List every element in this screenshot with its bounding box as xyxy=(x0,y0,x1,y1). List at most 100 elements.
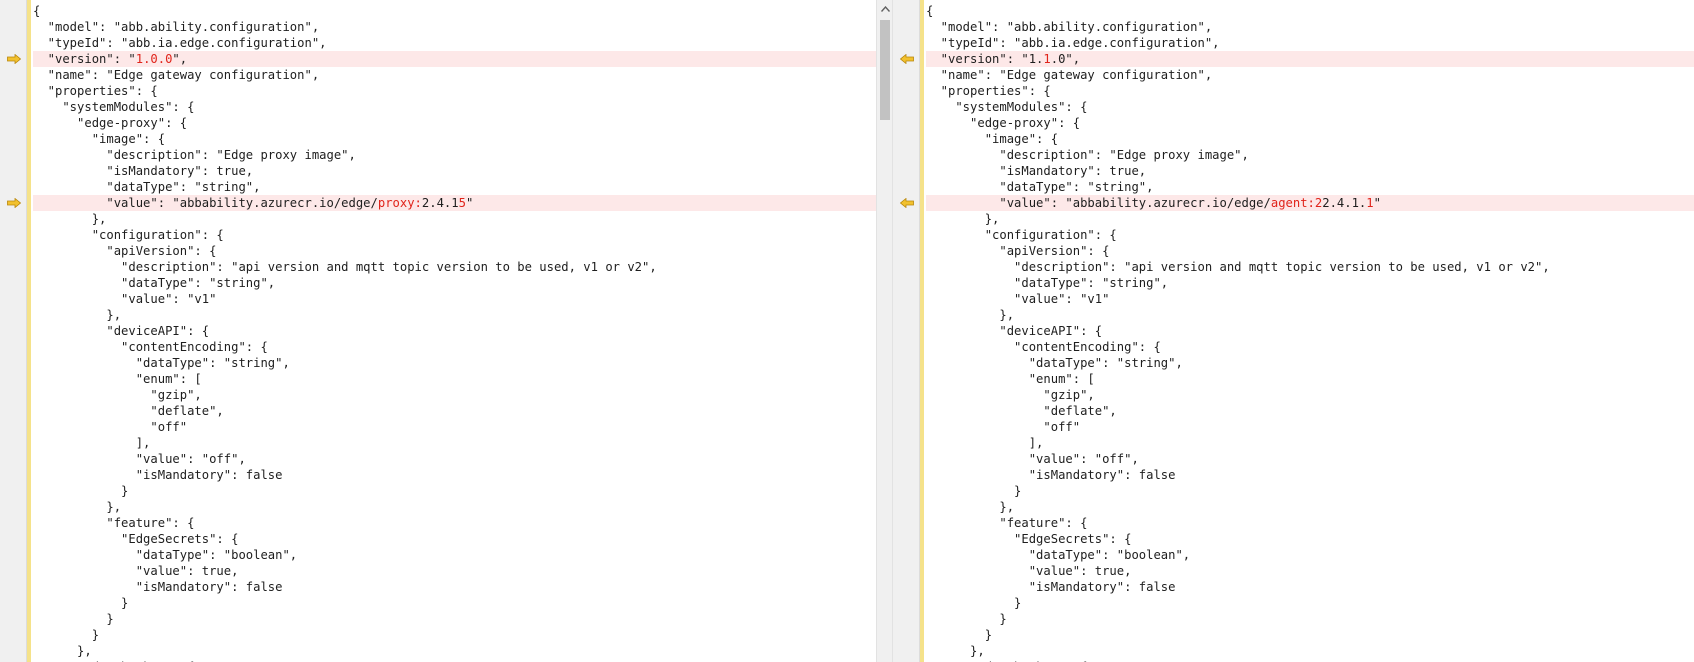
left-diff-line[interactable]: "version": "1.0.0", xyxy=(33,51,876,67)
right-code-line[interactable]: "deflate", xyxy=(926,403,1694,419)
left-code-line[interactable]: "dataType": "string", xyxy=(33,275,876,291)
vertical-scrollbar[interactable] xyxy=(876,0,893,662)
right-code-line[interactable]: "image": { xyxy=(926,131,1694,147)
right-code-line[interactable]: "value": "v1" xyxy=(926,291,1694,307)
left-code-line[interactable]: }, xyxy=(33,211,876,227)
right-code-line[interactable]: "dataType": "string", xyxy=(926,355,1694,371)
left-diff-line[interactable]: "value": "abbability.azurecr.io/edge/pro… xyxy=(33,195,876,211)
left-code-line[interactable]: "configuration": { xyxy=(33,227,876,243)
right-code-line[interactable]: "configuration": { xyxy=(926,227,1694,243)
left-code-line[interactable]: "dataType": "string", xyxy=(33,179,876,195)
right-code-line[interactable]: "systemModules": { xyxy=(926,99,1694,115)
right-code-line[interactable]: }, xyxy=(926,307,1694,323)
left-code-line[interactable]: "value": "off", xyxy=(33,451,876,467)
left-code-line[interactable]: "typeId": "abb.ia.edge.configuration", xyxy=(33,35,876,51)
left-code-line[interactable]: "isMandatory": true, xyxy=(33,163,876,179)
arrow-right-icon[interactable] xyxy=(6,198,21,208)
right-code-line[interactable]: }, xyxy=(926,211,1694,227)
chevron-up-icon[interactable] xyxy=(880,4,890,14)
code-text: } xyxy=(33,596,129,610)
right-code-line[interactable]: "name": "Edge gateway configuration", xyxy=(926,67,1694,83)
left-code-line[interactable]: "model": "abb.ability.configuration", xyxy=(33,19,876,35)
right-code-line[interactable]: "value": "off", xyxy=(926,451,1694,467)
left-code-line[interactable]: "isMandatory": false xyxy=(33,579,876,595)
right-code-line[interactable]: "properties": { xyxy=(926,83,1694,99)
right-code-line[interactable]: ], xyxy=(926,435,1694,451)
right-code-line[interactable]: "dataType": "string", xyxy=(926,179,1694,195)
left-code-line[interactable]: } xyxy=(33,483,876,499)
left-code-line[interactable]: }, xyxy=(33,307,876,323)
right-code-line[interactable]: } xyxy=(926,611,1694,627)
right-code-line[interactable]: "isMandatory": true, xyxy=(926,163,1694,179)
left-code-line[interactable]: "properties": { xyxy=(33,83,876,99)
left-code-line[interactable]: "EdgeSecrets": { xyxy=(33,531,876,547)
right-diff-line[interactable]: "version": "1.1.0", xyxy=(926,51,1694,67)
left-gutter[interactable] xyxy=(0,0,27,662)
left-code-line[interactable]: "image": { xyxy=(33,131,876,147)
right-code-line[interactable]: "enum": [ xyxy=(926,371,1694,387)
left-code-line[interactable]: "deflate", xyxy=(33,403,876,419)
left-code-line[interactable]: "enum": [ xyxy=(33,371,876,387)
left-code-line[interactable]: "dataType": "boolean", xyxy=(33,547,876,563)
right-diff-line[interactable]: "value": "abbability.azurecr.io/edge/age… xyxy=(926,195,1694,211)
right-code-line[interactable]: "isMandatory": false xyxy=(926,467,1694,483)
code-text: "isMandatory": false xyxy=(926,580,1176,594)
right-code-line[interactable]: "isMandatory": false xyxy=(926,579,1694,595)
right-code-line[interactable]: "value": true, xyxy=(926,563,1694,579)
arrow-left-icon[interactable] xyxy=(899,198,914,208)
left-code-line[interactable]: } xyxy=(33,627,876,643)
left-code-line[interactable]: "edge-proxy": { xyxy=(33,115,876,131)
left-code-line[interactable]: "gzip", xyxy=(33,387,876,403)
right-code-line[interactable]: "description": "api version and mqtt top… xyxy=(926,259,1694,275)
right-code-line[interactable]: "apiVersion": { xyxy=(926,243,1694,259)
right-code-line[interactable]: "contentEncoding": { xyxy=(926,339,1694,355)
right-code-line[interactable]: "off" xyxy=(926,419,1694,435)
right-code-line[interactable]: "edge-proxy": { xyxy=(926,115,1694,131)
code-text: "isMandatory": true, xyxy=(33,164,254,178)
left-code-line[interactable]: }, xyxy=(33,499,876,515)
arrow-right-icon[interactable] xyxy=(6,54,21,64)
left-file-pane[interactable]: { "model": "abb.ability.configuration", … xyxy=(0,0,876,662)
right-code-line[interactable]: "EdgeSecrets": { xyxy=(926,531,1694,547)
left-code-line[interactable]: } xyxy=(33,611,876,627)
right-code-line[interactable]: } xyxy=(926,627,1694,643)
left-code-line[interactable]: "name": "Edge gateway configuration", xyxy=(33,67,876,83)
left-code-line[interactable]: "feature": { xyxy=(33,515,876,531)
left-code-line[interactable]: "value": true, xyxy=(33,563,876,579)
right-code-line[interactable]: "model": "abb.ability.configuration", xyxy=(926,19,1694,35)
right-gutter[interactable] xyxy=(893,0,920,662)
left-code-line[interactable]: "deviceAPI": { xyxy=(33,323,876,339)
left-code-line[interactable]: "description": "Edge proxy image", xyxy=(33,147,876,163)
right-code-line[interactable]: }, xyxy=(926,643,1694,659)
left-code-line[interactable]: "contentEncoding": { xyxy=(33,339,876,355)
right-code-line[interactable]: "deviceAPI": { xyxy=(926,323,1694,339)
right-code-line[interactable]: "gzip", xyxy=(926,387,1694,403)
right-code-line[interactable]: "feature": { xyxy=(926,515,1694,531)
left-code-line[interactable]: "apiVersion": { xyxy=(33,243,876,259)
code-text: "image": { xyxy=(33,132,166,146)
left-code-line[interactable]: "off" xyxy=(33,419,876,435)
left-code-line[interactable]: ], xyxy=(33,435,876,451)
left-code-line[interactable]: } xyxy=(33,595,876,611)
right-code-line[interactable]: } xyxy=(926,595,1694,611)
right-code-line[interactable]: "dataType": "boolean", xyxy=(926,547,1694,563)
left-code-line[interactable]: "systemModules": { xyxy=(33,99,876,115)
left-code-line[interactable]: "isMandatory": false xyxy=(33,467,876,483)
left-code-view[interactable]: { "model": "abb.ability.configuration", … xyxy=(33,3,876,662)
left-code-line[interactable]: "description": "api version and mqtt top… xyxy=(33,259,876,275)
right-code-view[interactable]: { "model": "abb.ability.configuration", … xyxy=(926,3,1694,662)
right-file-pane[interactable]: { "model": "abb.ability.configuration", … xyxy=(893,0,1694,662)
left-code-line[interactable]: "dataType": "string", xyxy=(33,355,876,371)
left-code-line[interactable]: "value": "v1" xyxy=(33,291,876,307)
right-code-line[interactable]: "description": "Edge proxy image", xyxy=(926,147,1694,163)
scrollbar-thumb[interactable] xyxy=(880,20,890,120)
code-text: " xyxy=(1373,196,1381,210)
left-code-line[interactable]: { xyxy=(33,3,876,19)
right-code-line[interactable]: }, xyxy=(926,499,1694,515)
right-code-line[interactable]: { xyxy=(926,3,1694,19)
arrow-left-icon[interactable] xyxy=(899,54,914,64)
right-code-line[interactable]: "typeId": "abb.ia.edge.configuration", xyxy=(926,35,1694,51)
right-code-line[interactable]: } xyxy=(926,483,1694,499)
left-code-line[interactable]: }, xyxy=(33,643,876,659)
right-code-line[interactable]: "dataType": "string", xyxy=(926,275,1694,291)
